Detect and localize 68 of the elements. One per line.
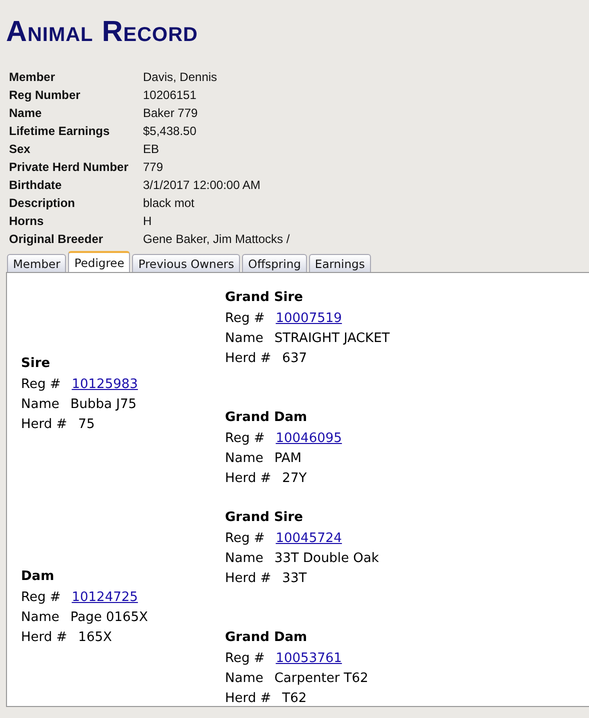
detail-value: H (143, 213, 153, 230)
field-label: Name (225, 330, 264, 348)
reg-number-link[interactable]: 10007519 (276, 309, 342, 329)
field-label: Reg # (225, 310, 265, 328)
field-value: 637 (282, 350, 307, 368)
tab[interactable]: Pedigree (68, 251, 130, 272)
field-value: Bubba J75 (70, 396, 136, 414)
reg-number-link[interactable]: 10046095 (276, 429, 342, 449)
reg-number-link[interactable]: 10125983 (72, 375, 138, 395)
field-label: Name (21, 609, 60, 627)
reg-number-link[interactable]: 10045724 (276, 529, 342, 549)
reg-number-link[interactable]: 10124725 (72, 588, 138, 608)
tab[interactable]: Previous Owners (132, 254, 240, 272)
field-label: Reg # (21, 376, 61, 394)
detail-value: EB (143, 141, 160, 158)
detail-label: Original Breeder (9, 231, 104, 248)
field-label: Reg # (225, 430, 265, 448)
field-label: Reg # (225, 650, 265, 668)
field-label: Herd # (225, 470, 272, 488)
detail-value: Baker 779 (143, 105, 199, 122)
field-label: Name (225, 670, 264, 688)
field-label: Herd # (225, 570, 272, 588)
tab[interactable]: Earnings (308, 254, 371, 272)
animal-heading: Grand Dam (225, 409, 308, 427)
detail-value: 779 (143, 159, 164, 176)
detail-label: Reg Number (9, 87, 82, 104)
detail-value: Davis, Dennis (143, 69, 218, 86)
field-value: Carpenter T62 (274, 670, 368, 688)
field-label: Herd # (225, 690, 272, 708)
field-label: Reg # (225, 530, 265, 548)
field-value: T62 (282, 690, 307, 708)
field-value: 33T Double Oak (274, 550, 379, 568)
animal-heading: Grand Sire (225, 289, 304, 307)
field-label: Herd # (225, 350, 272, 368)
field-value: 27Y (282, 470, 307, 488)
detail-label: Name (9, 105, 43, 122)
detail-value: $5,438.50 (143, 123, 198, 140)
detail-label: Birthdate (9, 177, 63, 194)
tab[interactable]: Offspring (242, 254, 307, 272)
detail-label: Horns (9, 213, 45, 230)
field-value: 75 (78, 416, 95, 434)
field-label: Herd # (21, 416, 68, 434)
field-label: Name (225, 450, 264, 468)
detail-label: Sex (9, 141, 32, 158)
animal-heading: Grand Dam (225, 629, 308, 647)
detail-label: Description (9, 195, 76, 212)
detail-label: Lifetime Earnings (9, 123, 111, 140)
detail-label: Private Herd Number (9, 159, 130, 176)
page-title: Animal Record (5, 15, 199, 50)
detail-label: Member (9, 69, 56, 86)
field-value: 33T (282, 570, 307, 588)
field-label: Name (225, 550, 264, 568)
reg-number-link[interactable]: 10053761 (276, 649, 342, 669)
animal-heading: Sire (21, 355, 52, 373)
detail-value: 3/1/2017 12:00:00 AM (143, 177, 262, 194)
animal-heading: Grand Sire (225, 509, 304, 527)
field-value: STRAIGHT JACKET (274, 330, 390, 348)
detail-value: black mot (143, 195, 196, 212)
field-value: 165X (78, 629, 112, 647)
tab[interactable]: Member (7, 254, 66, 272)
animal-heading: Dam (21, 568, 56, 586)
field-label: Reg # (21, 589, 61, 607)
field-value: Page 0165X (70, 609, 148, 627)
field-label: Name (21, 396, 60, 414)
detail-value: 10206151 (143, 87, 198, 104)
field-label: Herd # (21, 629, 68, 647)
detail-value: Gene Baker, Jim Mattocks / (143, 231, 291, 248)
field-value: PAM (274, 450, 302, 468)
